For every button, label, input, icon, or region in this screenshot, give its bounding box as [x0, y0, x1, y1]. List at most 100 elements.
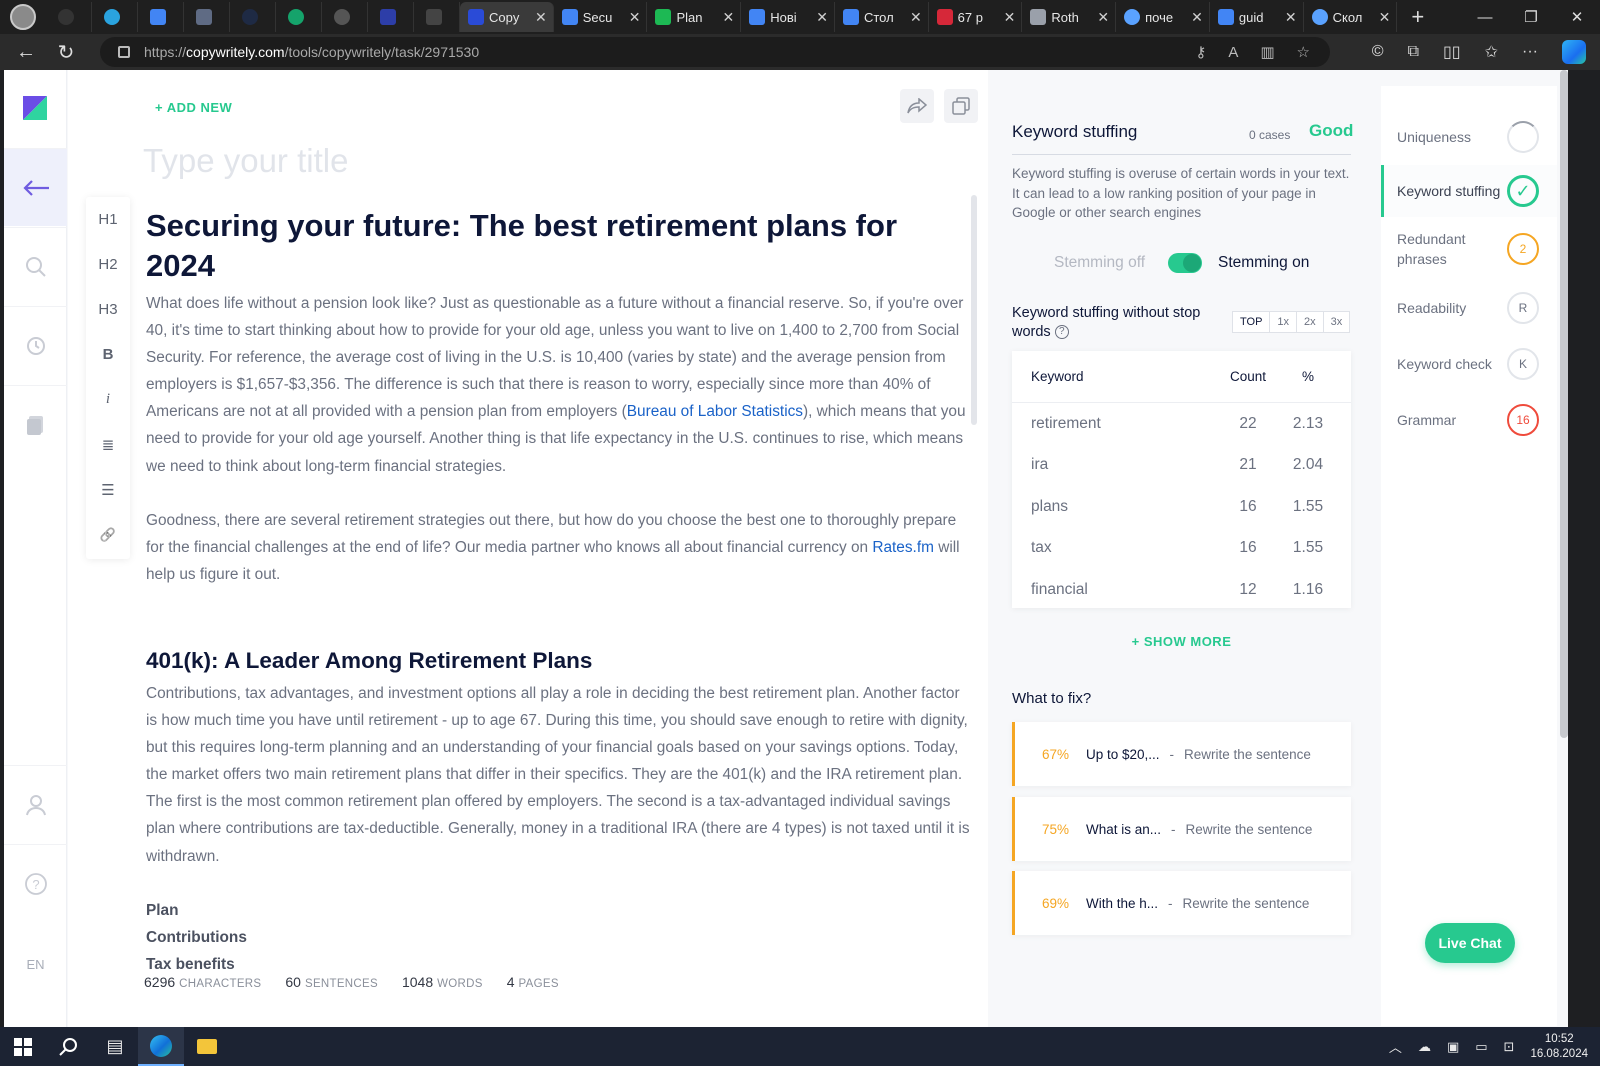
network-icon[interactable]: ⊡ [1504, 1039, 1515, 1055]
pinned-tab[interactable] [368, 2, 414, 32]
edge-taskbar-icon[interactable] [138, 1027, 184, 1066]
browser-tab[interactable]: guid ✕ [1210, 2, 1304, 32]
reader-icon[interactable]: ▥ [1260, 43, 1274, 61]
pinned-tab[interactable] [414, 2, 460, 32]
close-tab-icon[interactable]: ✕ [1379, 9, 1391, 26]
numbered-list-icon[interactable]: ≣ [86, 422, 130, 467]
history-button[interactable] [4, 306, 67, 384]
browser-tab[interactable]: Plan ✕ [647, 2, 742, 32]
pinned-tab[interactable] [92, 2, 138, 32]
task-view-icon[interactable]: ▤ [92, 1027, 138, 1066]
close-tab-icon[interactable]: ✕ [1004, 9, 1016, 26]
battery-icon[interactable]: ▭ [1475, 1039, 1487, 1055]
browser-tab[interactable]: Roth ✕ [1022, 2, 1117, 32]
filter-top[interactable]: TOP [1232, 311, 1271, 333]
close-tab-icon[interactable]: ✕ [629, 9, 641, 26]
close-tab-icon[interactable]: ✕ [816, 9, 828, 26]
url-bar[interactable]: https://copywritely.com/tools/copywritel… [100, 37, 1330, 67]
minimize-icon[interactable]: — [1462, 0, 1508, 34]
stemming-on-label[interactable]: Stemming on [1218, 254, 1309, 272]
refresh-icon[interactable]: ↻ [46, 40, 86, 65]
document-body[interactable]: Securing your future: The best retiremen… [146, 206, 971, 978]
browser-tab[interactable]: Secu ✕ [554, 2, 648, 32]
favorite-star-icon[interactable]: ☆ [1297, 43, 1310, 61]
seo-check-button[interactable] [4, 227, 67, 305]
back-arrow-button[interactable] [4, 148, 67, 226]
pinned-tab[interactable] [322, 2, 368, 32]
pinned-tab[interactable] [276, 2, 322, 32]
add-new-button[interactable]: + ADD NEW [155, 100, 232, 115]
filter-3x[interactable]: 3x [1322, 311, 1351, 333]
nav-keyword-stuffing[interactable]: Keyword stuffing ✓ [1381, 165, 1557, 217]
close-window-icon[interactable]: ✕ [1554, 0, 1600, 34]
heading1-button[interactable]: H1 [86, 197, 130, 242]
close-tab-icon[interactable]: ✕ [1097, 9, 1109, 26]
language-switch[interactable]: EN [4, 957, 67, 972]
chevron-up-icon[interactable]: ︿ [1389, 1037, 1402, 1056]
rates-fm-link[interactable]: Rates.fm [872, 539, 934, 556]
table-row[interactable]: financial 12 1.16 [1012, 569, 1351, 608]
close-tab-icon[interactable]: ✕ [1191, 9, 1203, 26]
search-icon[interactable] [46, 1027, 92, 1066]
fix-suggestion[interactable]: 69% With the h... - Rewrite the sentence [1012, 871, 1351, 935]
browser-tab[interactable]: Стол ✕ [835, 2, 929, 32]
onedrive-icon[interactable]: ☁ [1418, 1039, 1431, 1055]
extensions-icon[interactable]: ⧉ [1408, 43, 1419, 61]
link-icon[interactable]: 🔗 [86, 512, 130, 557]
nav-redundant-phrases[interactable]: Redundant phrases 2 [1381, 223, 1557, 275]
new-tab-button[interactable]: + [1411, 4, 1424, 30]
bullet-list-icon[interactable]: ☰ [86, 467, 130, 512]
nav-uniqueness[interactable]: Uniqueness [1381, 111, 1557, 163]
page-scrollbar[interactable] [1560, 70, 1568, 738]
copilot-icon[interactable] [1562, 40, 1586, 64]
stemming-off-label[interactable]: Stemming off [1054, 254, 1145, 272]
close-tab-icon[interactable]: ✕ [910, 9, 922, 26]
split-screen-icon[interactable]: ▯▯ [1443, 42, 1461, 62]
copyleaks-extension-icon[interactable]: © [1372, 43, 1384, 61]
display-icon[interactable]: ▣ [1447, 1039, 1459, 1055]
live-chat-button[interactable]: Live Chat [1425, 923, 1515, 963]
title-input[interactable]: Type your title [143, 142, 348, 180]
fix-suggestion[interactable]: 67% Up to $20,... - Rewrite the sentence [1012, 722, 1351, 786]
filter-2x[interactable]: 2x [1296, 311, 1324, 333]
share-button[interactable] [900, 89, 934, 123]
copy-button[interactable] [944, 89, 978, 123]
close-tab-icon[interactable]: ✕ [722, 9, 734, 26]
more-menu-icon[interactable]: ··· [1522, 43, 1538, 61]
table-row[interactable]: tax 16 1.55 [1012, 528, 1351, 570]
italic-button[interactable]: i [86, 377, 130, 422]
copywritely-logo[interactable] [23, 96, 47, 120]
help-button[interactable]: ? [4, 844, 67, 922]
close-tab-icon[interactable]: ✕ [1285, 9, 1297, 26]
browser-tab[interactable]: Скол ✕ [1304, 2, 1398, 32]
pinned-tab[interactable] [184, 2, 230, 32]
pinned-tab[interactable] [46, 2, 92, 32]
favorites-icon[interactable]: ✩ [1485, 42, 1498, 62]
stemming-toggle[interactable] [1168, 253, 1202, 273]
show-more-button[interactable]: + SHOW MORE [1012, 634, 1351, 649]
nav-keyword-check[interactable]: Keyword check K [1381, 338, 1557, 390]
read-aloud-icon[interactable]: A [1228, 44, 1238, 61]
nav-grammar[interactable]: Grammar 16 [1381, 394, 1557, 446]
back-icon[interactable]: ← [6, 41, 46, 64]
table-row[interactable]: retirement 22 2.13 [1012, 403, 1351, 445]
browser-tab[interactable]: 67 p ✕ [929, 2, 1023, 32]
pinned-tab[interactable] [230, 2, 276, 32]
profile-avatar[interactable] [10, 4, 36, 30]
browser-tab[interactable]: поче ✕ [1116, 2, 1210, 32]
close-tab-icon[interactable]: ✕ [535, 9, 547, 26]
question-icon[interactable]: ? [1054, 325, 1069, 340]
maximize-icon[interactable]: ❐ [1508, 0, 1554, 34]
library-button[interactable] [4, 385, 67, 463]
editor-scrollbar[interactable] [971, 195, 977, 425]
bls-link[interactable]: Bureau of Labor Statistics [627, 403, 803, 420]
clock[interactable]: 10:52 16.08.2024 [1530, 1032, 1588, 1062]
table-row[interactable]: ira 21 2.04 [1012, 445, 1351, 487]
start-icon[interactable] [0, 1027, 46, 1066]
browser-tab[interactable]: Copy ✕ [460, 2, 554, 32]
bold-button[interactable]: B [86, 332, 130, 377]
filter-1x[interactable]: 1x [1269, 311, 1298, 333]
account-button[interactable] [4, 765, 67, 843]
nav-readability[interactable]: Readability R [1381, 282, 1557, 334]
heading3-button[interactable]: H3 [86, 287, 130, 332]
